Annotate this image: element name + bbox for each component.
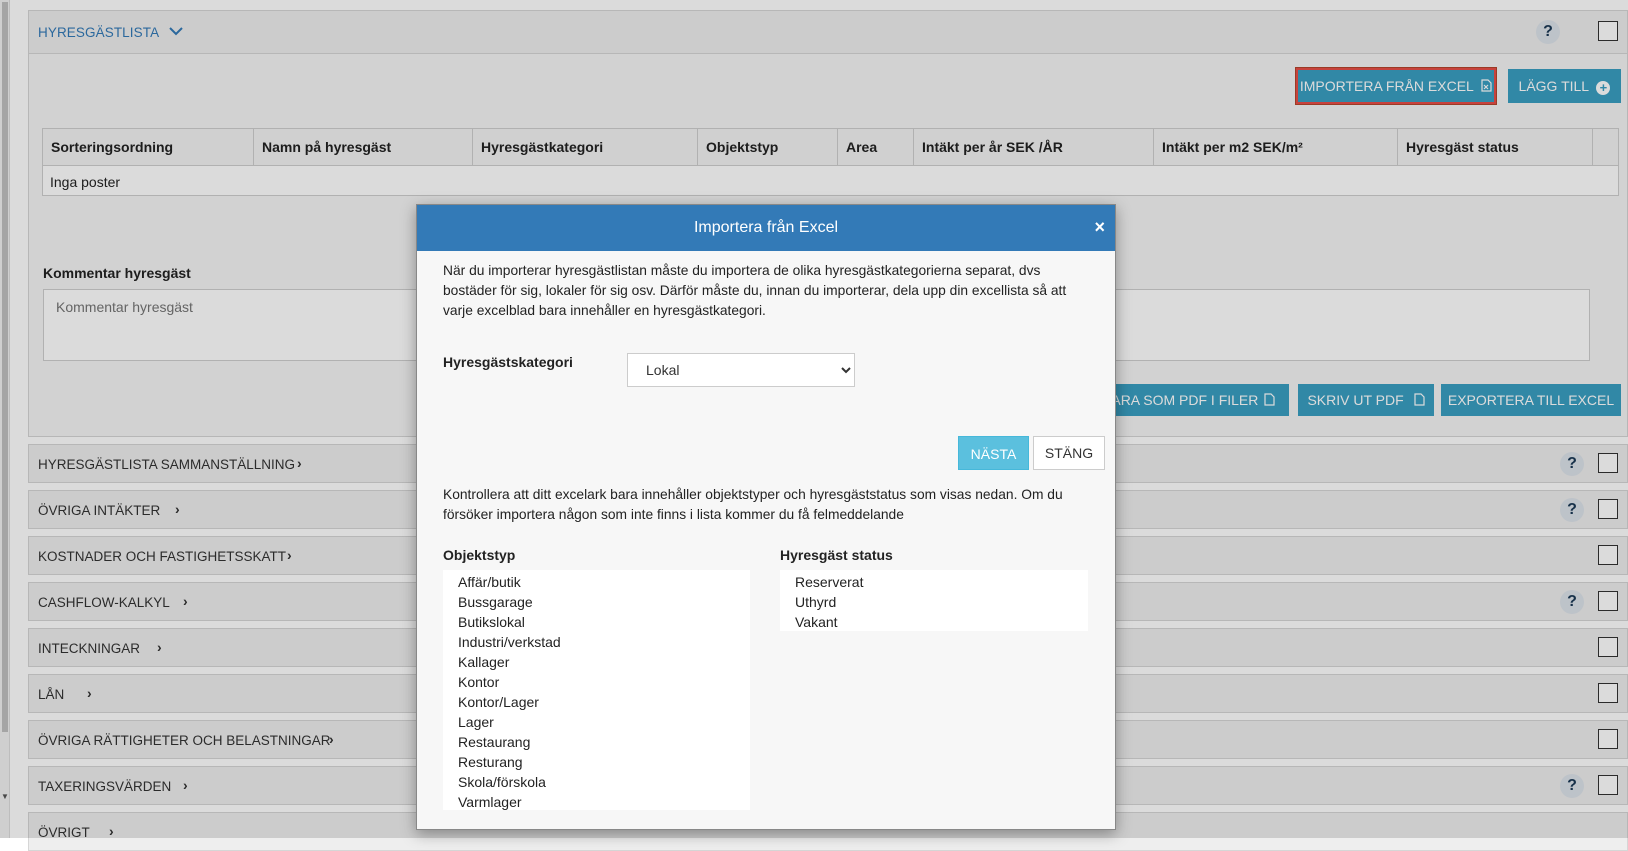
list-item: Skola/förskola	[458, 774, 546, 790]
close-icon[interactable]: ×	[1094, 217, 1105, 237]
object-types-list[interactable]: Affär/butik Bussgarage Butikslokal Indus…	[443, 570, 750, 810]
list-item: Kontor	[458, 674, 500, 690]
next-button[interactable]: NÄSTA	[958, 436, 1029, 470]
list-item: Resturang	[458, 754, 523, 770]
list-item: Uthyrd	[795, 594, 837, 610]
list-item: Varmlager	[458, 794, 522, 810]
list-item: Reserverat	[795, 574, 864, 590]
category-label: Hyresgästskategori	[443, 354, 573, 370]
list-item: Kontor/Lager	[458, 694, 539, 710]
check-instructions: Kontrollera att ditt excelark bara inneh…	[443, 487, 1063, 522]
close-button[interactable]: STÄNG	[1033, 436, 1105, 470]
modal-header: Importera från Excel ×	[417, 205, 1115, 251]
import-instructions: När du importerar hyresgästlistan måste …	[443, 263, 1067, 318]
tenant-status-list[interactable]: Reserverat Uthyrd Vakant	[780, 570, 1088, 631]
list-item: Affär/butik	[458, 574, 521, 590]
list-item: Bussgarage	[458, 594, 533, 610]
list-item: Restaurang	[458, 734, 531, 750]
modal-title: Importera från Excel	[693, 219, 839, 236]
category-select[interactable]: Lokal	[627, 353, 855, 387]
tenant-status-label: Hyresgäst status	[780, 547, 893, 563]
import-excel-modal: Importera från Excel × När du importerar…	[416, 204, 1116, 830]
list-item: Industri/verkstad	[458, 634, 561, 650]
object-types-label: Objektstyp	[443, 547, 516, 563]
list-item: Butikslokal	[458, 614, 525, 630]
list-item: Lager	[458, 714, 494, 730]
list-item: Kallager	[458, 654, 510, 670]
list-item: Vakant	[795, 614, 838, 630]
